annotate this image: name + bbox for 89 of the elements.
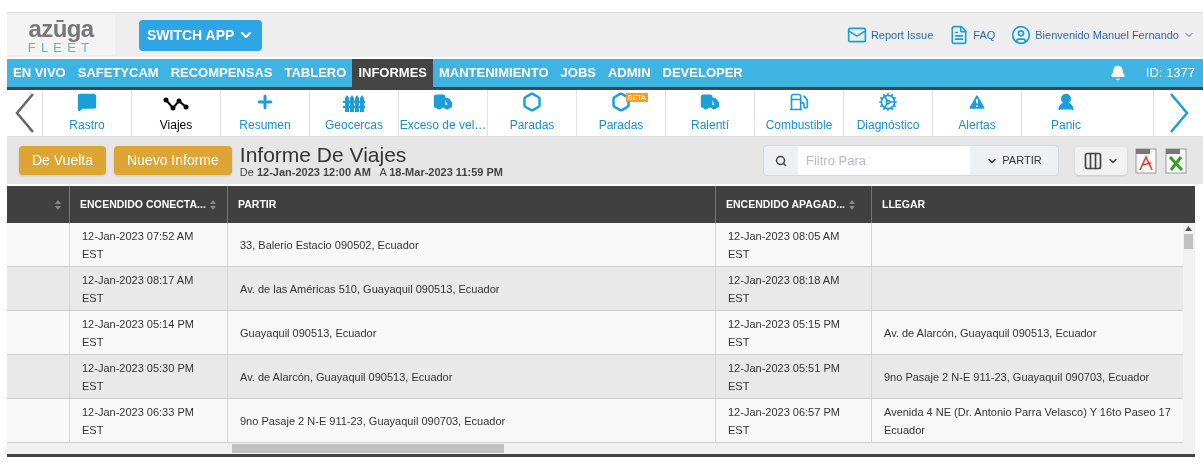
table-cell-text: Av. de las Américas 510, Guayaquil 090513, Ecuador — [240, 281, 501, 297]
nav-tab[interactable]: RECOMPENSAS — [164, 59, 279, 87]
switch-app-button[interactable]: SWITCH APP — [139, 19, 263, 51]
user-icon — [1011, 25, 1032, 45]
table-cell-text: 9no Pasaje 2 N-E 911-23, Guayaquil 090703, Ecuador — [884, 369, 1151, 385]
table-cell-text: EST — [82, 334, 105, 350]
sort-icon — [209, 199, 216, 210]
report-tab[interactable]: Resumen — [220, 90, 309, 136]
table-cell-text: 12-Jan-2023 05:30 PM — [82, 360, 195, 376]
report-title: Informe De Viajes — [239, 143, 408, 165]
table-cell-text: 12-Jan-2023 08:18 AM — [728, 272, 841, 288]
columns-icon — [1083, 150, 1103, 171]
fence-icon — [343, 94, 365, 112]
logo-text: azūga — [28, 16, 94, 41]
table-cell-text: EST — [728, 290, 751, 306]
bell-icon[interactable] — [1109, 65, 1126, 81]
table-cell-text: Av. de Alarcón, Guayaquil 090513, Ecuador — [240, 369, 454, 385]
table-cell-text: 12-Jan-2023 08:05 AM — [728, 228, 841, 244]
nav-tab[interactable]: EN VIVO — [7, 59, 72, 87]
date-range: De 12-Jan-2023 12:00 AM A 18-Mar-2023 11:59 PM — [239, 166, 503, 178]
report-tab[interactable]: Diagnóstico — [843, 90, 932, 136]
sort-icon — [849, 199, 855, 210]
table-cell-text: 12-Jan-2023 07:52 AM — [82, 228, 195, 244]
xls-file-icon[interactable] — [1165, 147, 1187, 174]
table-cell-text: 12-Jan-2023 06:33 PM — [82, 404, 195, 420]
chevron-right-icon — [1168, 93, 1189, 133]
fuel-pump-icon — [789, 92, 809, 112]
report-tab[interactable]: Exceso de vel… — [398, 90, 487, 136]
table-cell-text: EST — [728, 246, 751, 262]
header-link[interactable]: Report Issue — [846, 25, 934, 45]
nav-tab[interactable]: SAFETYCAM — [71, 59, 165, 87]
action-button[interactable]: De Vuelta — [19, 146, 106, 175]
sort-icon — [55, 199, 61, 210]
table-cell-text: EST — [82, 290, 105, 306]
table-cell-text: 12-Jan-2023 05:51 PM — [728, 360, 841, 376]
columns-button[interactable] — [1075, 146, 1127, 175]
table-cell-text: EST — [82, 378, 105, 394]
table-cell-text: Avenida 4 NE (Dr. Antonio Parra Velasco) Y 16to Paseo 17 — [884, 404, 1171, 420]
document-icon — [949, 25, 970, 45]
report-tab[interactable]: Rastro — [42, 90, 131, 136]
nav-tab[interactable]: DEVELOPER — [656, 59, 749, 87]
mail-icon — [846, 25, 867, 45]
nav-tab[interactable]: ADMIN — [601, 59, 657, 87]
table-cell-text: EST — [728, 378, 751, 394]
report-tab[interactable]: Ralentí — [665, 90, 754, 136]
report-tab[interactable]: Alertas — [932, 90, 1021, 136]
table-cell-text: Av. de Alarcón, Guayaquil 090513, Ecuador — [884, 325, 1098, 341]
table-cell-text: EST — [82, 246, 105, 262]
report-tab[interactable]: Geocercas — [309, 90, 398, 136]
report-tab[interactable]: Viajes — [131, 90, 220, 136]
table-cell-text: Guayaquil 090513, Ecuador — [240, 325, 378, 341]
table-cell-text: Ecuador — [884, 422, 926, 438]
header-link[interactable]: Bienvenido Manuel Fernando — [1011, 25, 1195, 45]
table-cell-text: 12-Jan-2023 08:17 AM — [82, 272, 195, 288]
report-tab[interactable]: Paradas — [487, 90, 576, 136]
warning-icon — [967, 92, 987, 112]
horizontal-scrollbar[interactable] — [7, 443, 1195, 457]
nav-tab[interactable]: MANTENIMIENTO — [433, 59, 555, 87]
nav-tab[interactable]: TABLERO — [278, 59, 353, 87]
nav-tab[interactable]: INFORMES — [352, 59, 433, 87]
filter-column-dropdown[interactable]: PARTIR — [970, 146, 1058, 175]
search-icon — [775, 154, 787, 167]
table-cell-text: EST — [728, 334, 751, 350]
table-cell-text: 12-Jan-2023 05:15 PM — [728, 316, 841, 332]
pdf-file-icon[interactable] — [1135, 147, 1157, 174]
hexagon-icon — [522, 92, 542, 112]
account-id: ID: 1377 — [1145, 64, 1195, 83]
logo-subtext: FLEET — [27, 40, 95, 54]
chat-icon — [77, 92, 97, 112]
table-cell-text: EST — [728, 422, 751, 438]
truck-icon — [433, 92, 453, 112]
table-cell-text: 9no Pasaje 2 N-E 911-23, Guayaquil 090703, Ecuador — [240, 413, 507, 429]
route-icon — [163, 96, 189, 112]
table-cell-text: 12-Jan-2023 06:57 PM — [728, 404, 841, 420]
truck-icon — [700, 92, 720, 112]
chevron-left-icon — [14, 93, 35, 133]
scrollbar-thumb[interactable] — [1184, 234, 1194, 249]
header-link[interactable]: FAQ — [949, 25, 996, 45]
table-cell-text: 12-Jan-2023 05:14 PM — [82, 316, 195, 332]
filter-field[interactable]: Filtro Para — [798, 146, 970, 175]
table-cell-text: 33, Balerio Estacio 090502, Ecuador — [240, 237, 420, 253]
report-tab[interactable]: Panic — [1021, 90, 1110, 136]
table-cell-text: EST — [82, 422, 105, 438]
scroll-up-arrow-icon[interactable] — [1185, 226, 1193, 231]
nav-tab[interactable]: JOBS — [554, 59, 602, 87]
scrollbar-thumb[interactable] — [232, 444, 504, 453]
action-button[interactable]: Nuevo Informe — [113, 146, 232, 175]
report-tab[interactable]: Combustible — [754, 90, 843, 136]
plus-icon — [255, 92, 275, 112]
